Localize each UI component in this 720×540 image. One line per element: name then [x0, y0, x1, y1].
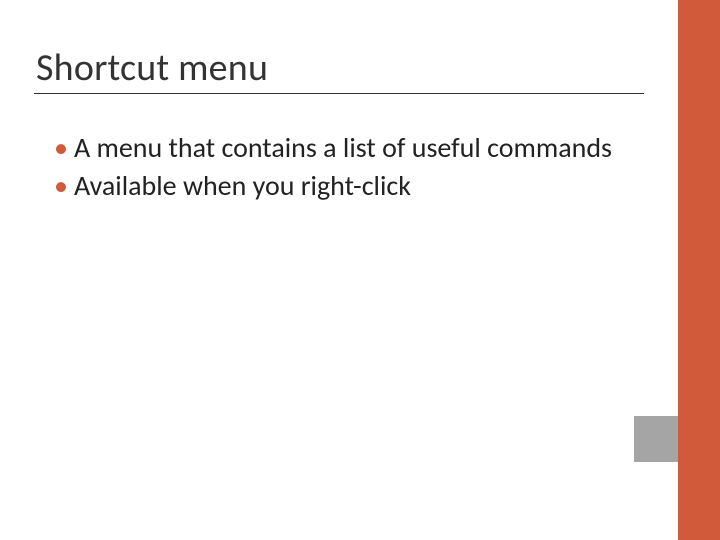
sidebar-gray-block — [634, 416, 678, 462]
sidebar-decoration — [678, 0, 720, 540]
sidebar-orange-bar — [678, 0, 720, 540]
title-underline — [34, 93, 644, 94]
slide: Shortcut menu • A menu that contains a l… — [0, 0, 720, 540]
slide-content: • A menu that contains a list of useful … — [54, 130, 614, 206]
bullet-marker-icon: • — [54, 168, 68, 204]
bullet-marker-icon: • — [54, 130, 68, 166]
bullet-text: A menu that contains a list of useful co… — [74, 130, 612, 166]
bullet-item: • Available when you right-click — [54, 168, 614, 204]
bullet-item: • A menu that contains a list of useful … — [54, 130, 614, 166]
bullet-text: Available when you right-click — [74, 168, 411, 204]
slide-title: Shortcut menu — [36, 45, 268, 91]
